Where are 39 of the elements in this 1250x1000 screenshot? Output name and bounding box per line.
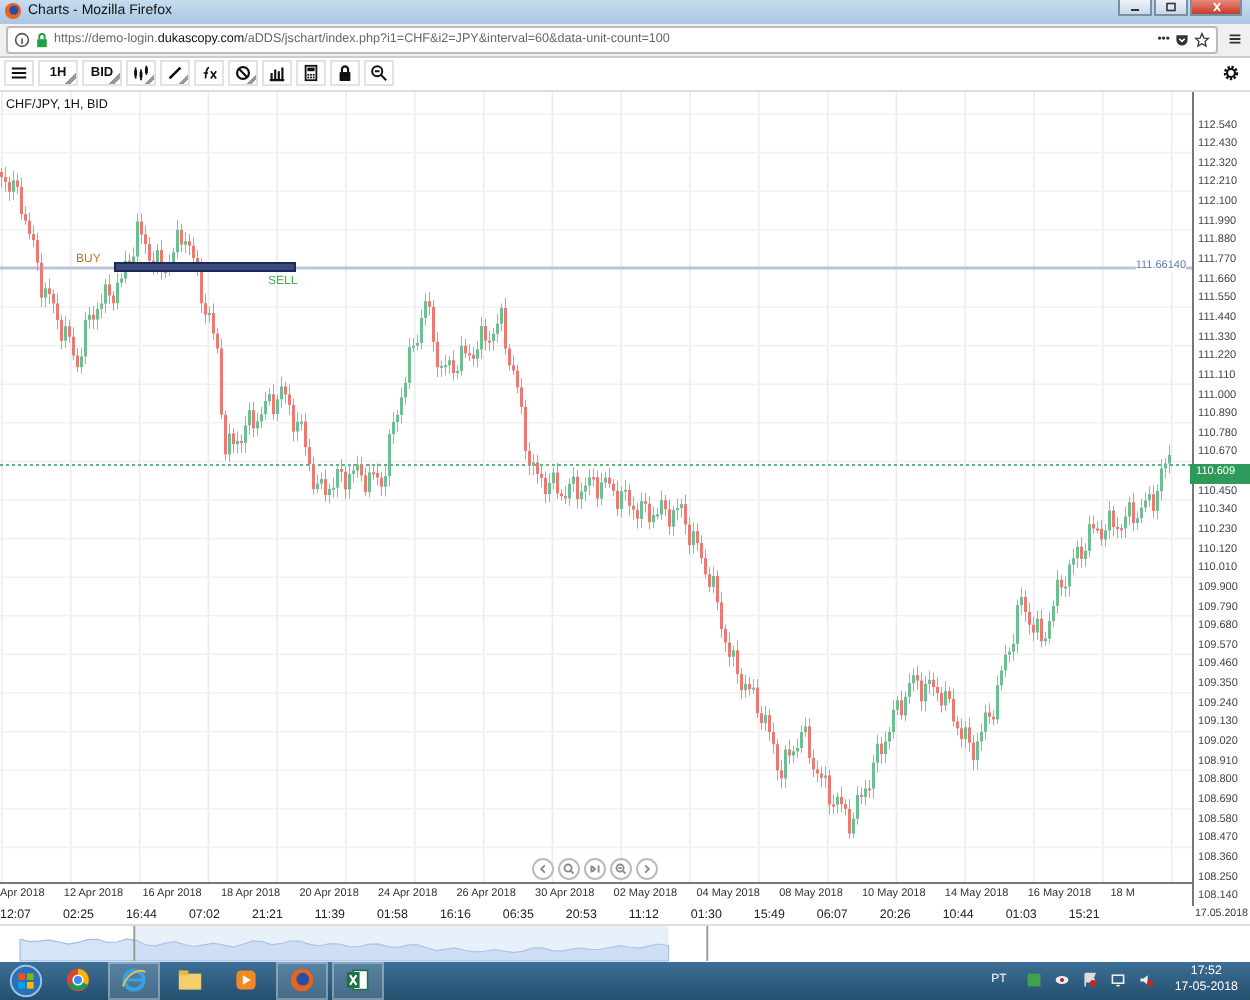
zoom-out-button[interactable]: [610, 857, 632, 880]
e-browser-icon[interactable]: [108, 961, 160, 1000]
zoom-out-icon[interactable]: [364, 60, 394, 87]
menu-button[interactable]: [4, 60, 34, 87]
pencil-icon[interactable]: [160, 60, 190, 87]
close-icon: [1211, 2, 1221, 12]
close-button[interactable]: [1190, 0, 1242, 16]
scroll-right-button[interactable]: [636, 857, 658, 880]
indicator-icon[interactable]: [194, 60, 224, 87]
star-icon[interactable]: [1194, 31, 1210, 48]
browser-icon: [4, 2, 22, 21]
bar-chart-icon[interactable]: [262, 60, 292, 87]
maximize-icon: [1166, 2, 1176, 12]
magnifier-icon: [560, 859, 578, 878]
start-button[interactable]: [4, 961, 48, 1000]
pocket-icon[interactable]: [1174, 31, 1190, 48]
skip-icon: [586, 859, 604, 878]
scroll-left-button[interactable]: [532, 857, 554, 880]
lock-icon: [34, 31, 50, 48]
settings-icon[interactable]: [1222, 64, 1240, 83]
speaker-icon[interactable]: [1138, 972, 1155, 989]
flag-icon[interactable]: [1082, 972, 1099, 989]
monitor-icon[interactable]: [1110, 972, 1127, 989]
minimize-button[interactable]: [1118, 0, 1152, 16]
spreadsheet-icon[interactable]: [332, 961, 384, 1000]
zoom-in-button[interactable]: [558, 857, 580, 880]
tray-eye-icon[interactable]: [1054, 972, 1071, 989]
menu-icon: [10, 64, 28, 83]
menu-icon[interactable]: [1226, 30, 1244, 49]
calculator-icon[interactable]: [296, 60, 326, 87]
no-entry-icon[interactable]: [228, 60, 258, 87]
info-icon: [14, 31, 30, 48]
zoom-out-icon: [612, 859, 630, 878]
reset-button[interactable]: [584, 857, 606, 880]
fox-browser-icon[interactable]: [276, 961, 328, 1000]
candlestick-icon[interactable]: [126, 60, 156, 87]
lock-icon[interactable]: [330, 60, 360, 87]
maximize-button[interactable]: [1154, 0, 1188, 16]
order-bar[interactable]: [114, 261, 296, 272]
